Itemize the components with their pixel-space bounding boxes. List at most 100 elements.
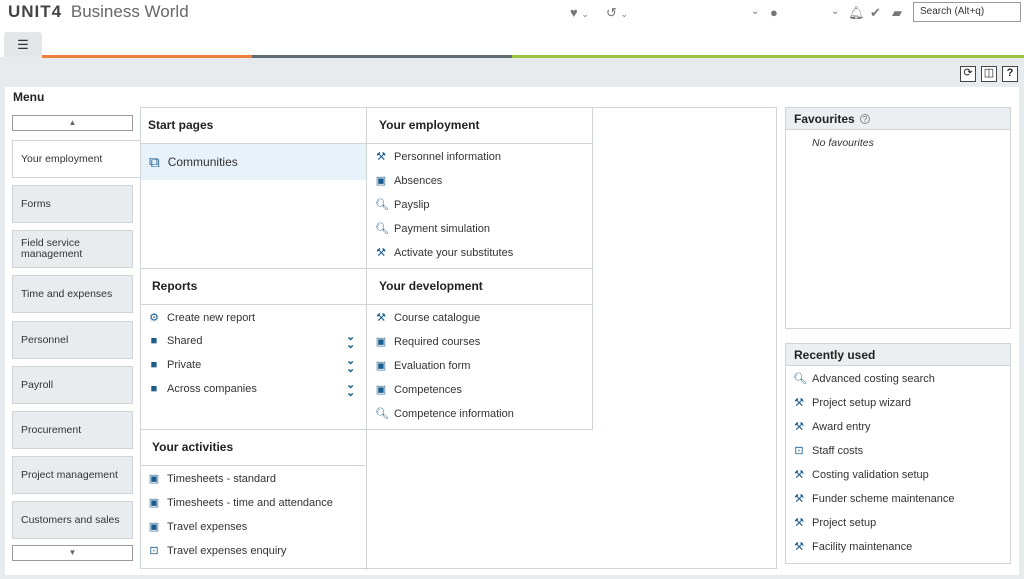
link-label: Advanced costing search — [812, 372, 935, 385]
refresh-icon[interactable]: ⟳ — [960, 66, 976, 82]
link-evaluation-form[interactable]: ▣ Evaluation form — [375, 359, 471, 373]
tools-icon: ⚒ — [376, 247, 386, 259]
link-absences[interactable]: ▣ Absences — [375, 174, 443, 188]
form-icon: ▣ — [148, 497, 160, 509]
link-travel-expenses-enquiry[interactable]: ⊡ Travel expenses enquiry — [148, 544, 287, 558]
start-page-communities[interactable]: ⧉ Communities — [141, 144, 366, 180]
tools-icon: ⚒ — [794, 517, 804, 529]
recent-advanced-costing-search[interactable]: 🔍︎ Advanced costing search — [793, 372, 935, 386]
history-icon[interactable]: ↺ ⌄ — [606, 5, 628, 21]
link-travel-expenses[interactable]: ▣ Travel expenses — [148, 520, 248, 534]
link-label: Travel expenses enquiry — [167, 544, 287, 557]
link-label: Award entry — [812, 420, 871, 433]
divider — [141, 465, 366, 466]
form-icon: ▣ — [375, 336, 387, 348]
link-personnel-information[interactable]: ⚒ Personnel information — [375, 150, 501, 164]
link-label: Travel expenses — [167, 520, 248, 533]
chevron-down-icon[interactable]: ⌄ — [831, 6, 839, 17]
link-create-new-report[interactable]: ⚙ Create new report — [148, 311, 256, 325]
menu-item-project-management[interactable]: Project management — [12, 456, 133, 494]
form-icon: ▣ — [375, 360, 387, 372]
favourites-heart-icon[interactable]: ♥ ⌄ — [570, 5, 589, 20]
link-competences[interactable]: ▣ Competences — [375, 383, 462, 397]
section-title-start-pages: Start pages — [148, 118, 214, 132]
recent-funder-scheme-maintenance[interactable]: ⚒ Funder scheme maintenance — [793, 492, 955, 506]
menu-item-customers-and-sales[interactable]: Customers and sales — [12, 501, 133, 539]
link-label: Competence information — [394, 407, 514, 420]
split-view-icon[interactable]: ◫ — [981, 66, 997, 82]
recent-facility-maintenance[interactable]: ⚒ Facility maintenance — [793, 540, 913, 554]
messages-icon[interactable]: ▰ — [892, 5, 902, 21]
link-payslip[interactable]: 🔍︎ Payslip — [375, 198, 430, 212]
folder-icon: ■ — [150, 383, 158, 395]
section-title-your-employment: Your employment — [379, 118, 480, 132]
link-payment-simulation[interactable]: 🔍︎ Payment simulation — [375, 222, 490, 236]
link-activate-your-substitutes[interactable]: ⚒ Activate your substitutes — [375, 246, 514, 260]
divider — [141, 304, 592, 305]
link-label: Create new report — [167, 311, 256, 324]
chevron-down-icon[interactable]: ⌄ — [751, 6, 759, 17]
report-wizard-icon: ⚙ — [149, 312, 159, 324]
folder-across-companies[interactable]: ■ Across companies — [148, 383, 257, 395]
brand-name: UNIT4 — [8, 2, 63, 21]
menu-scroll-down-button[interactable]: ▼ — [12, 545, 133, 561]
double-chevron-down-icon[interactable]: ⌄ ⌄ — [346, 380, 355, 399]
tools-icon: ⚒ — [794, 541, 804, 553]
recently-used-header: Recently used — [786, 344, 1010, 366]
double-chevron-down-icon[interactable]: ⌄ ⌄ — [346, 332, 355, 351]
divider — [141, 268, 592, 269]
help-circle-icon[interactable]: ? — [860, 114, 871, 124]
recent-costing-validation-setup[interactable]: ⚒ Costing validation setup — [793, 468, 929, 482]
link-label: Payment simulation — [394, 222, 490, 235]
magnifier-icon: 🔍︎ — [793, 373, 807, 385]
form-icon: ▣ — [375, 175, 387, 187]
link-label: Costing validation setup — [812, 468, 929, 481]
form-icon: ▣ — [375, 384, 387, 396]
menu-item-time-and-expenses[interactable]: Time and expenses — [12, 275, 133, 313]
link-label: Course catalogue — [394, 311, 481, 324]
folder-shared[interactable]: ■ Shared — [148, 335, 203, 347]
menu-tab-button[interactable]: ☰ — [4, 32, 42, 57]
tab-strip: ☰ — [0, 32, 1024, 57]
link-label: Timesheets - time and attendance — [167, 496, 333, 509]
menu-item-payroll[interactable]: Payroll — [12, 366, 133, 404]
recent-award-entry[interactable]: ⚒ Award entry — [793, 420, 871, 434]
menu-item-your-employment[interactable]: Your employment — [12, 140, 141, 178]
magnifier-icon: 🔍︎ — [375, 408, 389, 420]
help-icon[interactable]: ? — [1002, 66, 1018, 82]
menu-item-field-service-management[interactable]: Field service management — [12, 230, 133, 268]
menu-item-personnel[interactable]: Personnel — [12, 321, 133, 359]
section-title-your-activities: Your activities — [152, 440, 234, 454]
link-label: Payslip — [394, 198, 430, 211]
menu-item-forms[interactable]: Forms — [12, 185, 133, 223]
user-icon[interactable]: ● — [770, 5, 778, 20]
link-label: Across companies — [167, 383, 257, 395]
link-label: Staff costs — [812, 444, 864, 457]
link-timesheets-time-and-attendance[interactable]: ▣ Timesheets - time and attendance — [148, 496, 333, 510]
tools-icon: ⚒ — [794, 397, 804, 409]
link-timesheets-standard[interactable]: ▣ Timesheets - standard — [148, 472, 276, 486]
notifications-bell-icon[interactable]: 🔔︎ — [848, 5, 865, 21]
tools-icon: ⚒ — [794, 493, 804, 505]
link-label: Funder scheme maintenance — [812, 492, 955, 505]
double-chevron-down-icon[interactable]: ⌄ ⌄ — [346, 356, 355, 375]
recent-project-setup[interactable]: ⚒ Project setup — [793, 516, 876, 530]
search-input[interactable]: Search (Alt+q) — [913, 2, 1021, 22]
link-label: Facility maintenance — [812, 540, 913, 553]
folder-icon: ■ — [150, 359, 158, 371]
recent-staff-costs[interactable]: ⊡ Staff costs — [793, 444, 864, 458]
folder-private[interactable]: ■ Private — [148, 359, 202, 371]
recent-project-setup-wizard[interactable]: ⚒ Project setup wizard — [793, 396, 911, 410]
link-required-courses[interactable]: ▣ Required courses — [375, 335, 480, 349]
tools-icon: ⚒ — [376, 312, 386, 324]
menu-item-procurement[interactable]: Procurement — [12, 411, 133, 449]
link-course-catalogue[interactable]: ⚒ Course catalogue — [375, 311, 481, 325]
no-favourites-text: No favourites — [812, 137, 874, 149]
link-competence-information[interactable]: 🔍︎ Competence information — [375, 407, 514, 421]
link-label: Absences — [394, 174, 443, 187]
tasks-check-icon[interactable]: ✔ — [870, 5, 881, 21]
link-label: Activate your substitutes — [394, 246, 514, 259]
section-title-reports: Reports — [152, 279, 198, 293]
menu-scroll-up-button[interactable]: ▲ — [12, 115, 133, 131]
divider — [592, 107, 593, 430]
